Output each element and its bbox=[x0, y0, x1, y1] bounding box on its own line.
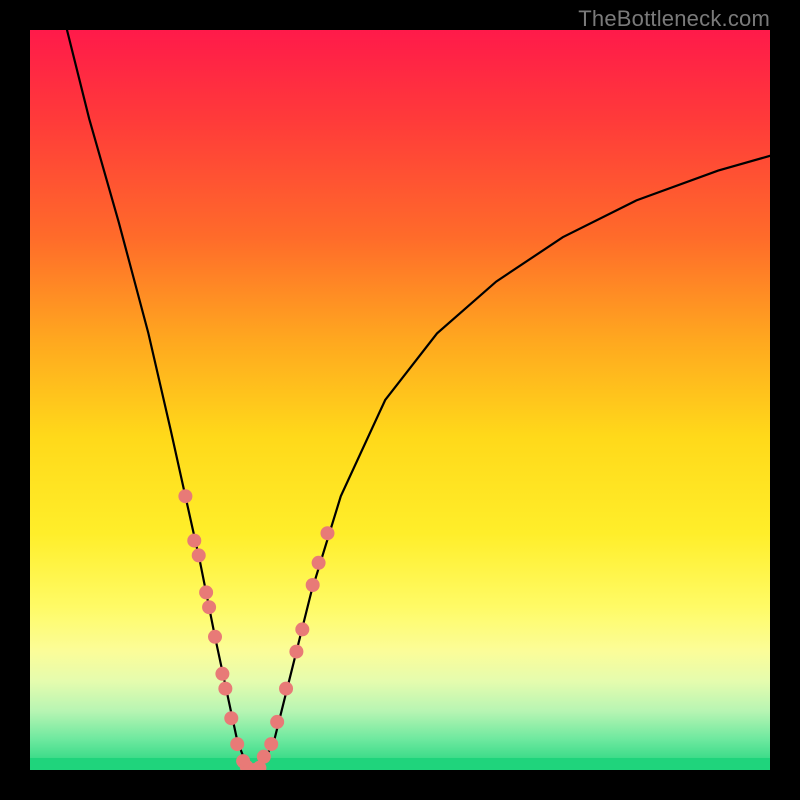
watermark-text: TheBottleneck.com bbox=[578, 6, 770, 32]
chart-container: TheBottleneck.com bbox=[0, 0, 800, 800]
plot-area bbox=[30, 30, 770, 770]
plot-baseline bbox=[30, 758, 770, 770]
